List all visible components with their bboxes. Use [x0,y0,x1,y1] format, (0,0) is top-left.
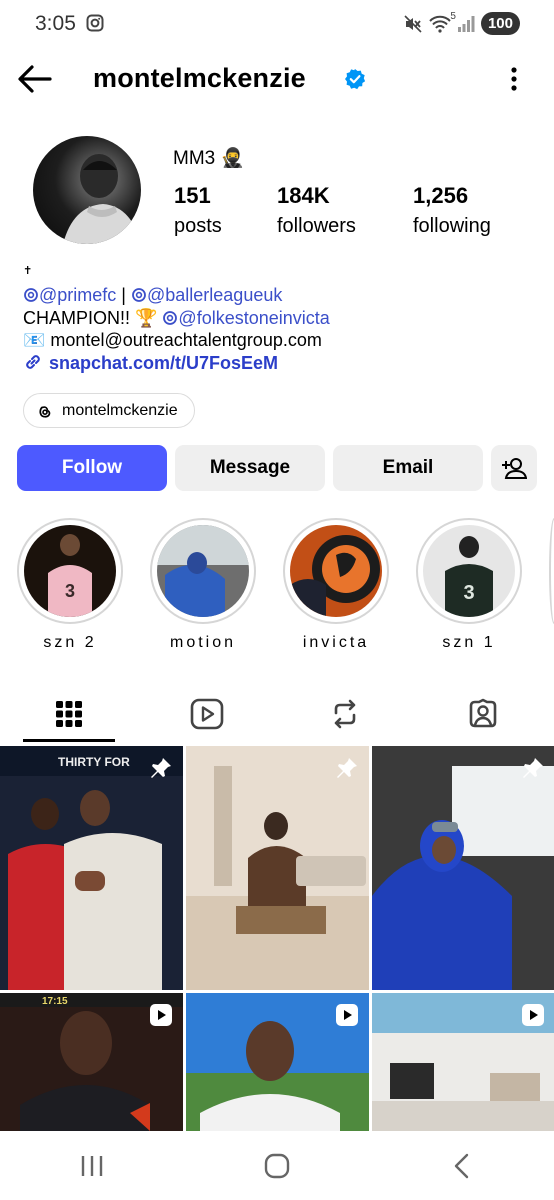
grid-post[interactable]: THIRTY FOR [0,746,183,990]
bio-champion-text: CHAMPION!! 🏆 [23,307,163,328]
stat-following[interactable]: 1,256 following [413,183,491,238]
email-button[interactable]: Email [333,445,483,491]
instagram-notification-icon [86,14,104,32]
svg-text:3: 3 [65,581,75,601]
grid-post[interactable] [372,746,554,990]
pin-icon [149,756,173,780]
stat-value: 1,256 [413,183,469,208]
profile-header: montelmckenzie [0,52,554,108]
highlight-ring [150,518,256,624]
bio-separator: | [116,285,131,305]
highlight-cover [290,525,382,617]
system-nav-bar [0,1131,554,1200]
grid-post[interactable] [186,746,369,990]
page-title-username: montelmckenzie [93,63,306,93]
follow-button[interactable]: Follow [17,445,167,491]
suggested-people-button[interactable] [491,445,537,491]
tagged-icon [467,698,499,730]
grid-post[interactable] [372,993,554,1131]
grid-post[interactable] [186,993,369,1131]
threads-mention-icon [162,310,178,326]
highlight-partial[interactable] [549,518,554,624]
highlight-motion[interactable]: motion [150,518,256,652]
home-icon [264,1153,290,1179]
add-person-icon [501,456,527,480]
status-time: 3:05 [35,12,76,35]
post-overlay-text: THIRTY FOR [58,755,130,769]
profile-content-tabs [0,686,554,742]
envelope-emoji: 📧 [23,330,51,350]
highlight-label: invicta [302,634,370,651]
stat-label: followers [277,215,356,237]
highlight-cover: 3 [24,525,116,617]
highlight-label: szn 1 [442,634,496,651]
threads-handle: montelmckenzie [62,401,178,419]
reel-icon [335,1003,359,1027]
tab-tagged[interactable] [414,686,552,742]
verified-badge-icon [344,68,366,90]
tab-posts-grid[interactable] [0,686,138,742]
reel-icon [521,1003,545,1027]
highlight-invicta[interactable]: invicta [283,518,389,652]
mute-icon [403,14,423,34]
message-button[interactable]: Message [175,445,325,491]
bio-email: montel@outreachtalentgroup.com [50,330,322,350]
svg-text:3: 3 [463,582,474,604]
tab-reels[interactable] [138,686,276,742]
stat-followers[interactable]: 184K followers [277,183,356,238]
stat-value: 184K [277,183,330,208]
network-label: 5 [450,10,456,22]
highlight-label: szn 2 [43,634,97,651]
highlight-ring: 3 [416,518,522,624]
threads-mention-icon [23,287,39,303]
stat-value: 151 [174,183,211,208]
grid-icon [55,700,83,728]
reels-icon [190,698,224,730]
recent-apps-button[interactable] [0,1131,185,1200]
battery-indicator: 100 [480,12,520,35]
highlight-cover: 3 [423,525,515,617]
highlight-cover [157,525,249,617]
stat-label: posts [174,215,222,237]
highlight-ring [283,518,389,624]
threads-icon [36,403,52,419]
link-icon [23,352,43,372]
signal-icon [457,15,475,32]
pin-icon [521,756,545,780]
profile-bio: ✝ @primefc | @ballerleagueuk CHAMPION!! … [23,262,543,374]
status-bar: 3:05 5 100 [0,0,554,48]
recent-apps-icon [79,1154,105,1178]
system-back-button[interactable] [369,1131,554,1200]
display-name: MM3 🥷 [173,148,245,169]
bio-mention-folkestone[interactable]: @folkestoneinvicta [178,308,329,328]
profile-avatar[interactable] [33,136,141,244]
chevron-left-icon [453,1153,471,1179]
bio-mention-primefc[interactable]: @primefc [39,285,116,305]
highlight-szn-2[interactable]: 3 szn 2 [17,518,123,652]
stat-label: following [413,215,491,237]
more-options-icon[interactable] [510,66,518,92]
highlight-ring: 3 [17,518,123,624]
post-overlay-text: 17:15 [42,996,68,1007]
tab-reposts[interactable] [276,686,414,742]
stat-posts[interactable]: 151 posts [174,183,222,238]
bio-external-link[interactable]: snapchat.com/t/U7FosEeM [49,353,278,373]
wifi-icon: 5 [429,11,456,33]
reposts-icon [330,699,360,729]
reel-icon [149,1003,173,1027]
bio-cross: ✝ [23,265,33,277]
home-button[interactable] [185,1131,370,1200]
grid-post[interactable]: 17:15 [0,993,183,1131]
highlight-szn-1[interactable]: 3 szn 1 [416,518,522,652]
back-arrow-icon[interactable] [16,64,54,94]
pin-icon [335,756,359,780]
threads-profile-chip[interactable]: montelmckenzie [23,393,195,428]
highlight-label: motion [169,634,237,651]
bio-mention-ballerleague[interactable]: @ballerleagueuk [147,285,282,305]
threads-mention-icon [131,287,147,303]
active-tab-indicator [23,739,115,742]
